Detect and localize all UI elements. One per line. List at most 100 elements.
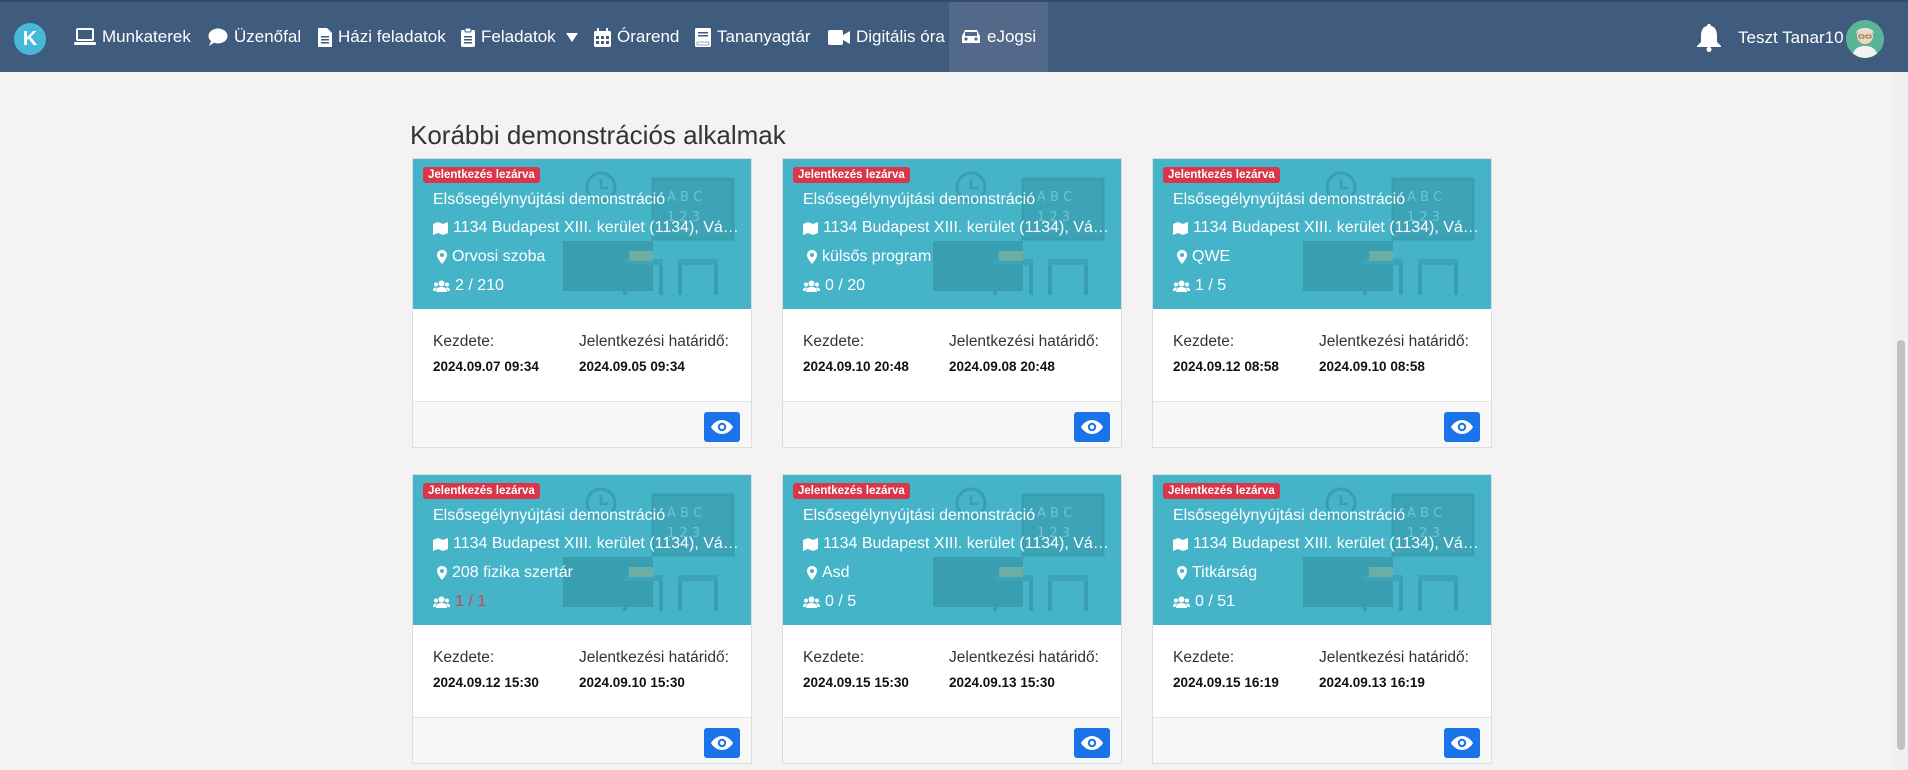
deadline-value: 2024.09.08 20:48 <box>949 359 1055 374</box>
map-icon <box>1173 537 1188 551</box>
users-icon <box>1173 280 1190 292</box>
card-header: A B C 1 2 3 Jelentkezés lezárva Elsősegé… <box>1153 159 1491 309</box>
card-address: 1134 Budapest XIII. kerület (1134), Váci… <box>803 219 1113 237</box>
map-icon <box>433 537 448 551</box>
view-button[interactable] <box>1444 412 1480 442</box>
view-button[interactable] <box>704 728 740 758</box>
card-header: A B C 1 2 3 Jelentkezés lezárva Elsősegé… <box>413 159 751 309</box>
card-participants: 0 / 5 <box>803 593 856 611</box>
bell-icon[interactable] <box>1696 24 1722 52</box>
map-pin-icon <box>807 250 817 264</box>
card-participants: 0 / 20 <box>803 277 865 295</box>
start-value: 2024.09.10 20:48 <box>803 359 909 374</box>
chevron-down-icon[interactable] <box>565 32 578 42</box>
nav-item-ejogsi[interactable]: eJogsi <box>949 2 1049 72</box>
card-room: Asd <box>803 564 850 582</box>
nav-item-orarend[interactable]: Órarend <box>594 2 679 72</box>
card-footer <box>1153 401 1491 447</box>
status-badge: Jelentkezés lezárva <box>1163 167 1280 183</box>
card-title[interactable]: Elsősegélynyújtási demonstráció <box>433 507 743 525</box>
card-title[interactable]: Elsősegélynyújtási demonstráció <box>1173 191 1483 209</box>
card-dates: Kezdete: Jelentkezési határidő: 2024.09.… <box>783 625 1121 717</box>
view-button[interactable] <box>1074 728 1110 758</box>
card-room: külsős program <box>803 248 931 266</box>
scrollbar-thumb[interactable] <box>1897 340 1905 750</box>
start-label: Kezdete: <box>433 649 495 666</box>
clipboard-icon <box>461 27 475 47</box>
nav-item-tananyagtar[interactable]: Tananyagtár <box>695 2 811 72</box>
demonstration-card-2: A B C 1 2 3 Jelentkezés lezárva Elsősegé… <box>782 158 1122 448</box>
view-button[interactable] <box>1074 412 1110 442</box>
nav-item-uzenofal[interactable]: Üzenőfal <box>208 2 301 72</box>
start-value: 2024.09.12 15:30 <box>433 675 539 690</box>
address-text: 1134 Budapest XIII. kerület (1134), Váci… <box>823 219 1113 236</box>
eye-icon <box>1081 736 1103 750</box>
participant-count: 2 / 210 <box>455 277 504 294</box>
card-address: 1134 Budapest XIII. kerület (1134), Váci… <box>1173 219 1483 237</box>
book-icon <box>695 27 711 47</box>
page-scrollbar[interactable] <box>1894 72 1908 770</box>
deadline-value: 2024.09.10 15:30 <box>579 675 685 690</box>
start-value: 2024.09.15 15:30 <box>803 675 909 690</box>
map-pin-icon <box>807 566 817 580</box>
participant-count: 0 / 5 <box>825 593 857 610</box>
card-address: 1134 Budapest XIII. kerület (1134), Váci… <box>433 219 743 237</box>
start-label: Kezdete: <box>433 333 495 350</box>
user-avatar[interactable] <box>1846 20 1884 58</box>
card-title[interactable]: Elsősegélynyújtási demonstráció <box>433 191 743 209</box>
room-text: Asd <box>822 564 850 581</box>
eye-icon <box>1451 736 1473 750</box>
address-text: 1134 Budapest XIII. kerület (1134), Váci… <box>453 219 743 236</box>
view-button[interactable] <box>1444 728 1480 758</box>
demonstration-card-3: A B C 1 2 3 Jelentkezés lezárva Elsősegé… <box>1152 158 1492 448</box>
card-participants: 2 / 210 <box>433 277 504 295</box>
map-icon <box>803 221 818 235</box>
card-room: Orvosi szoba <box>433 248 545 266</box>
users-icon <box>433 596 450 608</box>
nav-item-digitalis-ora[interactable]: Digitális óra <box>828 2 945 72</box>
card-dates: Kezdete: Jelentkezési határidő: 2024.09.… <box>413 625 751 717</box>
user-name[interactable]: Teszt Tanar10 <box>1738 28 1844 48</box>
deadline-label: Jelentkezési határidő: <box>949 649 1099 666</box>
address-text: 1134 Budapest XIII. kerület (1134), Váci… <box>453 535 743 552</box>
map-pin-icon <box>437 566 447 580</box>
nav-item-feladatok[interactable]: Feladatok <box>461 2 578 72</box>
eye-icon <box>1081 420 1103 434</box>
address-text: 1134 Budapest XIII. kerület (1134), Váci… <box>823 535 1113 552</box>
demonstration-card-5: A B C 1 2 3 Jelentkezés lezárva Elsősegé… <box>782 474 1122 764</box>
nav-item-munkaterek[interactable]: Munkaterek <box>74 2 191 72</box>
view-button[interactable] <box>704 412 740 442</box>
room-text: QWE <box>1192 248 1231 265</box>
deadline-value: 2024.09.13 15:30 <box>949 675 1055 690</box>
card-title[interactable]: Elsősegélynyújtási demonstráció <box>803 191 1113 209</box>
card-title[interactable]: Elsősegélynyújtási demonstráció <box>803 507 1113 525</box>
eye-icon <box>1451 420 1473 434</box>
start-label: Kezdete: <box>1173 649 1235 666</box>
card-participants: 0 / 51 <box>1173 593 1235 611</box>
room-text: Titkárság <box>1192 564 1258 581</box>
map-icon <box>1173 221 1188 235</box>
card-header: A B C 1 2 3 Jelentkezés lezárva Elsősegé… <box>1153 475 1491 625</box>
card-dates: Kezdete: Jelentkezési határidő: 2024.09.… <box>1153 625 1491 717</box>
card-address: 1134 Budapest XIII. kerület (1134), Váci… <box>803 535 1113 553</box>
nav-item-hazi-feladatok[interactable]: Házi feladatok <box>318 2 446 72</box>
map-pin-icon <box>437 250 447 264</box>
section-title: Korábbi demonstrációs alkalmak <box>410 120 786 150</box>
card-footer <box>1153 717 1491 763</box>
card-dates: Kezdete: Jelentkezési határidő: 2024.09.… <box>413 309 751 401</box>
card-room: Titkárság <box>1173 564 1257 582</box>
app-logo[interactable]: K <box>14 23 46 55</box>
card-participants: 1 / 5 <box>1173 277 1226 295</box>
card-address: 1134 Budapest XIII. kerület (1134), Váci… <box>433 535 743 553</box>
card-room: QWE <box>1173 248 1230 266</box>
status-badge: Jelentkezés lezárva <box>423 167 540 183</box>
deadline-label: Jelentkezési határidő: <box>579 333 729 350</box>
top-navbar: K Munkaterek Üzenőfal Házi feladatok Fel… <box>0 0 1908 72</box>
deadline-label: Jelentkezési határidő: <box>1319 333 1469 350</box>
users-icon <box>433 280 450 292</box>
card-header: A B C 1 2 3 Jelentkezés lezárva Elsősegé… <box>413 475 751 625</box>
card-title[interactable]: Elsősegélynyújtási demonstráció <box>1173 507 1483 525</box>
eye-icon <box>711 736 733 750</box>
card-footer <box>783 717 1121 763</box>
users-icon <box>1173 596 1190 608</box>
